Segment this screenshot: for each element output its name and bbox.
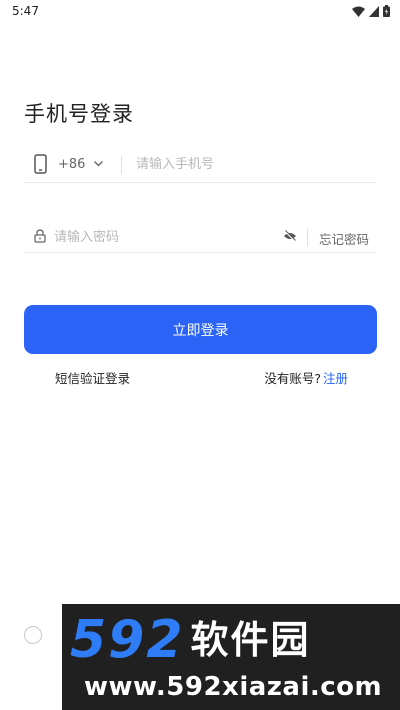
- status-bar: 5:47: [0, 0, 400, 24]
- register-link[interactable]: 注册: [323, 371, 348, 386]
- no-account-label: 没有账号?: [264, 371, 321, 386]
- forgot-password-link[interactable]: 忘记密码: [319, 229, 369, 248]
- login-button[interactable]: 立即登录: [24, 305, 377, 354]
- divider: [121, 156, 122, 174]
- divider: [307, 228, 308, 246]
- watermark-logo: 592 软件园: [70, 614, 311, 666]
- watermark: 592 软件园 www.592xiazai.com: [62, 604, 400, 710]
- sms-login-link[interactable]: 短信验证登录: [55, 368, 130, 387]
- status-time: 5:47: [12, 4, 39, 18]
- password-input[interactable]: [54, 225, 274, 249]
- watermark-url: www.592xiazai.com: [84, 672, 383, 702]
- battery-icon: [383, 5, 390, 17]
- phone-input[interactable]: [136, 152, 372, 176]
- chevron-down-icon[interactable]: [93, 158, 104, 169]
- country-code[interactable]: +86: [58, 157, 85, 172]
- password-row: 忘记密码: [24, 222, 376, 253]
- watermark-numbers: 592: [70, 610, 185, 670]
- status-icons: [352, 5, 390, 17]
- eye-off-icon[interactable]: [283, 230, 297, 242]
- phone-icon: [34, 154, 47, 174]
- watermark-site-name: 软件园: [190, 618, 311, 662]
- lock-icon: [34, 229, 46, 243]
- register-row: 没有账号? 注册: [264, 368, 348, 387]
- signal-icon: [369, 5, 379, 17]
- wifi-icon: [352, 6, 365, 17]
- phone-row: +86: [24, 148, 376, 183]
- page-title: 手机号登录: [24, 102, 134, 126]
- agreement-radio[interactable]: [24, 626, 42, 644]
